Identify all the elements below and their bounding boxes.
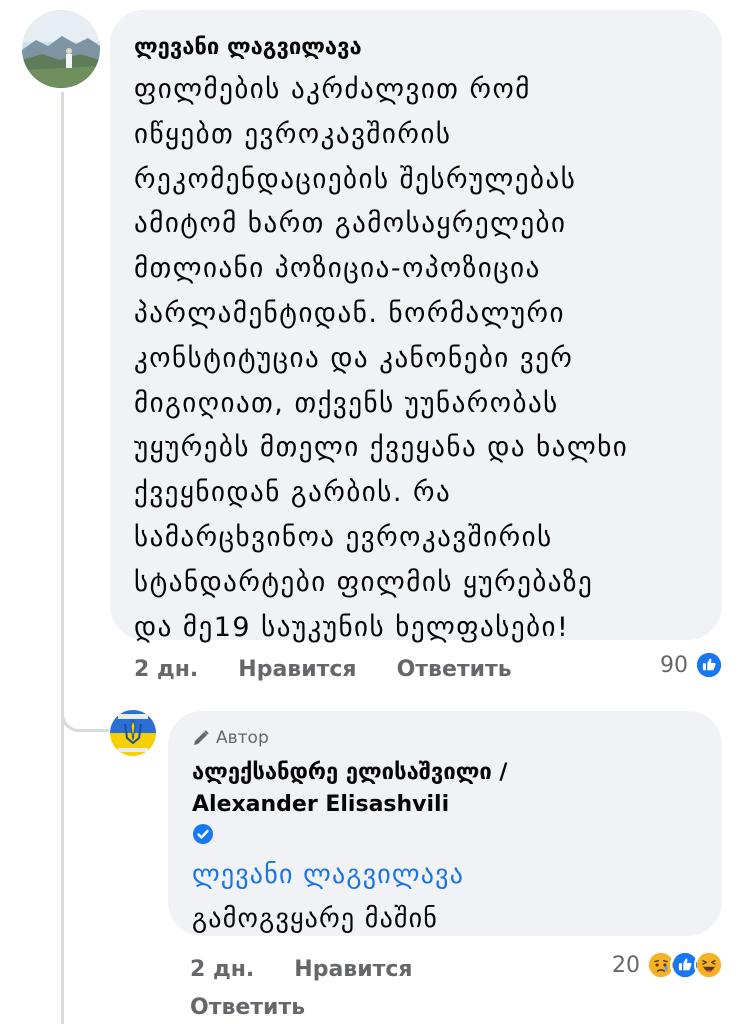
- reply-bubble: Автор ალექსანდრე ელისაშვილი / Alexander …: [168, 711, 722, 936]
- ukraine-flag-avatar-icon: [110, 710, 156, 756]
- reply-button[interactable]: Ответить: [397, 657, 512, 682]
- avatar-photo-icon: [22, 10, 100, 88]
- avatar[interactable]: [110, 710, 156, 756]
- comment-actions: 2 дн. Нравится Ответить: [134, 652, 552, 686]
- like-button[interactable]: Нравится: [238, 657, 356, 682]
- verified-badge-icon: [193, 824, 213, 844]
- reaction-summary[interactable]: 90: [660, 650, 724, 680]
- reply-connector-line: [61, 680, 109, 732]
- mention-link[interactable]: ლევანი ლაგვილავა: [192, 853, 696, 897]
- reply-button[interactable]: Ответить: [190, 995, 305, 1020]
- comment-timestamp[interactable]: 2 дн.: [134, 657, 198, 682]
- reaction-count: 20: [612, 952, 640, 978]
- reply-actions-row2: Ответить: [190, 990, 305, 1024]
- comment-text: ფილმების აკრძალვით რომ იწყებთ ევროკავშირ…: [134, 74, 629, 643]
- thread-line: [61, 92, 64, 1024]
- reaction-summary[interactable]: 20: [612, 950, 724, 980]
- haha-reaction-icon: [694, 950, 724, 980]
- reply-author-name-latin: Alexander Elisashvili: [192, 792, 450, 817]
- reply-text: გამოგვყარე მაშინ: [192, 904, 439, 934]
- like-button[interactable]: Нравится: [294, 957, 412, 982]
- pencil-icon: [194, 730, 209, 745]
- reaction-count: 90: [660, 652, 688, 678]
- comment-author-name[interactable]: ლევანი ლაგვილავა: [134, 32, 694, 64]
- author-badge-label: Автор: [216, 728, 269, 748]
- reply-author-name[interactable]: ალექსანდრე ელისაშვილი / Alexander Elisas…: [192, 757, 696, 821]
- avatar[interactable]: [22, 10, 100, 88]
- reply-author-name-georgian: ალექსანდრე ელისაშვილი /: [192, 760, 508, 785]
- reply-actions: 2 дн. Нравится: [190, 952, 453, 986]
- author-badge: Автор: [192, 725, 696, 751]
- like-reaction-icon: [694, 650, 724, 680]
- comment-bubble: ლევანი ლაგვილავა ფილმების აკრძალვით რომ …: [110, 10, 722, 643]
- reply-timestamp[interactable]: 2 дн.: [190, 957, 254, 982]
